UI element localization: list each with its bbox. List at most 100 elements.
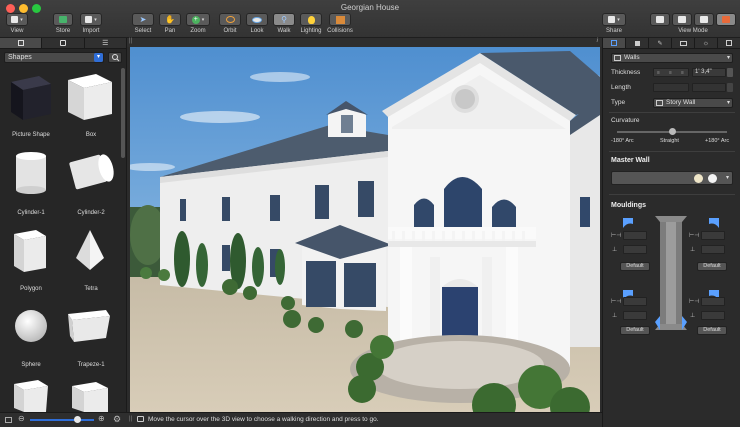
library-item[interactable] [2,374,60,412]
curvature-slider[interactable] [617,128,727,135]
thumbnail-size-slider[interactable] [30,416,94,423]
toolbar: Georgian House ▾ View Store ▾ Import ➤ S… [0,0,740,38]
view-mode-elevation-button[interactable] [694,13,714,26]
house-render [130,47,600,412]
library-item-cylinder-2[interactable]: Cylinder-2 [62,148,120,220]
split-handle-icon[interactable]: || [129,38,132,44]
zoom-out-icon[interactable]: ⊖ [18,414,25,423]
import-button[interactable]: ▾ [80,13,102,26]
store-label: Store [55,28,71,34]
library-item-label: Tetra [84,286,98,292]
tab-camera[interactable] [672,38,695,48]
curvature-slider-knob[interactable] [668,128,676,135]
object-type-select[interactable]: Walls ▾ [611,53,733,63]
library-item-box[interactable]: Box [62,70,120,142]
tab-sun[interactable]: ☼ [695,38,718,48]
status-message: Move the cursor over the 3D view to choo… [148,416,379,423]
library-item-polygon[interactable]: Polygon [2,224,60,296]
library-item-trapeze-1[interactable]: Trapeze-1 [62,300,120,372]
thumbnail-size-icon[interactable] [5,417,12,423]
shape-icon [72,382,108,412]
wall-type-select[interactable]: Story Wall ▾ [653,98,733,108]
zoom-tool-button[interactable]: + ▾ [186,13,210,26]
length-label: Length [611,84,631,91]
zoom-in-icon: + [191,15,200,24]
chevron-down-icon: ▾ [20,16,23,23]
tab-materials[interactable] [42,38,85,48]
master-wall-style-select[interactable]: ▾ [611,171,733,185]
window-title: Georgian House [340,3,400,12]
category-select[interactable]: Shapes ▾ [4,52,104,63]
info-icon[interactable]: i [597,38,598,44]
collisions-button[interactable] [329,13,351,26]
building-icon [726,40,732,46]
walk-label: Walk [277,28,291,34]
bottom-right-moulding-width[interactable] [701,297,725,306]
tab-object-info[interactable] [603,38,626,48]
gear-icon[interactable]: ⚙ [113,414,121,425]
top-right-default-button[interactable]: Default [697,262,727,271]
slider-knob[interactable] [74,416,81,423]
sphere-icon [15,310,47,342]
store-button[interactable] [53,13,73,26]
library-item[interactable] [62,374,120,412]
bottom-right-default-button[interactable]: Default [697,326,727,335]
zoom-label: Zoom [190,28,206,34]
tab-texture[interactable]: ✎ [649,38,672,48]
tab-lock[interactable] [626,38,649,48]
split-handle-icon[interactable]: || [129,416,132,422]
bottom-left-moulding-width[interactable] [623,297,647,306]
import-icon [85,16,93,23]
library-item-cylinder-1[interactable]: Cylinder-1 [2,148,60,220]
thickness-alignment-buttons[interactable]: ≡ ≡ ≡ [653,68,689,77]
view-button[interactable]: ▾ [6,13,28,26]
select-tool-button[interactable]: ➤ [132,13,154,26]
walk-tool-button[interactable]: ⚲ [273,13,295,26]
library-item-label: Sphere [21,362,41,368]
library-item-picture-shape[interactable]: Picture Shape [2,70,60,142]
zoom-in-icon[interactable]: ⊕ [98,414,105,423]
library-item-tetra[interactable]: Tetra [62,224,120,296]
lighting-button[interactable] [300,13,322,26]
3d-view-canvas[interactable] [130,47,600,412]
view-mode-3d-button[interactable] [716,13,736,26]
share-button[interactable]: ▾ [602,13,626,26]
arrow-cursor-icon: ➤ [139,15,147,24]
elevation-icon [700,16,708,23]
chevron-down-icon: ▾ [94,53,103,62]
length-alignment-buttons[interactable] [653,83,689,92]
thickness-field[interactable]: 1' 3,4" [692,68,726,77]
bottom-left-default-button[interactable]: Default [620,326,650,335]
thickness-stepper[interactable] [727,68,733,77]
length-field[interactable] [692,83,726,92]
tab-objects[interactable] [0,38,43,48]
library-search-button[interactable] [108,52,122,63]
view-mode-2d-button[interactable] [650,13,670,26]
library-item-label: Cylinder-2 [77,210,105,216]
tab-building[interactable] [718,38,740,48]
view-mode-split-button[interactable] [672,13,692,26]
pan-tool-button[interactable]: ✋ [159,13,181,26]
inspector-tabs: ✎ ☼ [603,38,740,49]
chevron-down-icon: ▾ [201,16,205,23]
library-item-sphere[interactable]: Sphere [2,300,60,372]
top-left-moulding-width[interactable] [623,231,647,240]
orbit-tool-button[interactable] [219,13,241,26]
length-stepper[interactable] [727,83,733,92]
top-right-moulding-width[interactable] [701,231,725,240]
chevron-down-icon: ▾ [617,16,620,23]
chevron-down-icon: ▾ [94,16,97,23]
top-left-default-button[interactable]: Default [620,262,650,271]
bottom-left-moulding-height[interactable] [623,311,647,320]
library-item-label: Polygon [20,286,42,292]
bottom-right-moulding-height[interactable] [701,311,725,320]
height-icon: ⊥ [690,313,696,319]
look-tool-button[interactable] [246,13,268,26]
library-item-label: Cylinder-1 [17,210,45,216]
tab-list[interactable]: ☰ [85,38,127,48]
top-left-moulding-height[interactable] [623,245,647,254]
top-right-moulding-height[interactable] [701,245,725,254]
divider [609,151,735,152]
library-scrollbar[interactable] [121,68,125,158]
import-label: Import [82,28,100,34]
